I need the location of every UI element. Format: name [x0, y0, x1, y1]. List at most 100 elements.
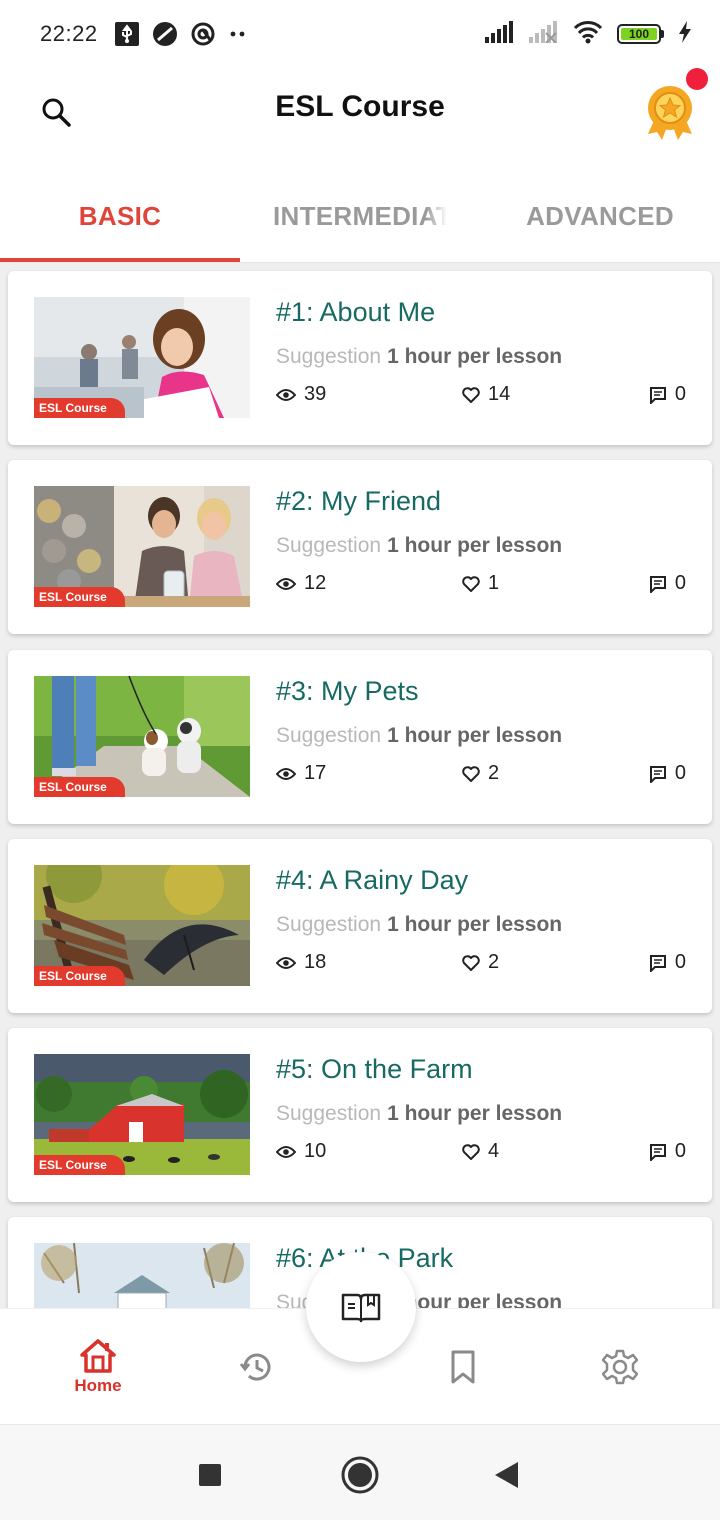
- nav-bookmark[interactable]: [403, 1309, 523, 1425]
- lesson-suggestion: Suggestion1 hour per lesson: [276, 1102, 562, 1126]
- likes-count: 14: [488, 383, 511, 405]
- lesson-list[interactable]: ESL Course #1: About Me Suggestion 1 hour…: [0, 263, 720, 1308]
- tab-advanced[interactable]: ADVANCED: [480, 172, 720, 260]
- nav-home-label: Home: [74, 1376, 122, 1395]
- lesson-thumbnail: ESL Course: [34, 865, 250, 986]
- comments-stat[interactable]: 0: [649, 1140, 686, 1163]
- comments-stat[interactable]: 0: [649, 383, 686, 406]
- comment-icon: [649, 575, 666, 593]
- likes-count: 4: [488, 1140, 500, 1162]
- views-stat: 18: [276, 951, 326, 974]
- views-count: 39: [304, 383, 327, 405]
- comment-icon: [649, 386, 666, 404]
- home-icon: [80, 1339, 116, 1373]
- likes-stat[interactable]: 2: [462, 762, 499, 785]
- views-count: 12: [304, 572, 327, 594]
- lesson-title: #3: My Pets: [276, 676, 419, 706]
- lesson-card[interactable]: ESL Course #5: On the Farm Suggestion 1 h…: [8, 1028, 712, 1202]
- thumbnail-tag: ESL Course: [34, 587, 125, 607]
- heart-icon: [462, 575, 480, 592]
- open-book-icon: [341, 1293, 381, 1323]
- views-stat: 10: [276, 1140, 326, 1163]
- open-book-fab[interactable]: [306, 1252, 416, 1362]
- recents-square-icon[interactable]: [186, 1451, 234, 1499]
- usb-icon: [114, 21, 140, 47]
- charging-icon: [678, 20, 692, 48]
- tab-advanced-label: ADVANCED: [526, 200, 674, 231]
- comments-count: 0: [674, 762, 686, 784]
- lesson-card[interactable]: ESL Course #2: My Friend Suggestion 1 hou…: [8, 460, 712, 634]
- heart-icon: [462, 1143, 480, 1160]
- eye-icon: [276, 1145, 296, 1158]
- eye-icon: [276, 388, 296, 401]
- level-tabs: BASIC INTERMEDIATE ADVANCED: [0, 172, 720, 264]
- likes-stat[interactable]: 4: [462, 1140, 499, 1163]
- wifi-icon: [573, 20, 603, 49]
- notification-dot: [686, 68, 708, 90]
- status-right-group: 100: [485, 20, 692, 49]
- home-circle-icon[interactable]: [336, 1451, 384, 1499]
- nav-settings[interactable]: [560, 1309, 680, 1425]
- app-screen: 22:22 100 ESL Course BASIC INTERMEDIAT A…: [0, 0, 720, 1520]
- lesson-suggestion: Suggestion1 hour per lesson: [276, 534, 562, 558]
- views-stat: 12: [276, 572, 326, 595]
- tab-intermediate[interactable]: INTERMEDIATE: [240, 172, 480, 260]
- comment-icon: [649, 765, 666, 783]
- likes-stat[interactable]: 14: [462, 383, 510, 406]
- suggestion-value: 1 hour per lesson: [387, 724, 563, 747]
- comments-count: 0: [674, 572, 686, 594]
- eye-icon: [276, 956, 296, 969]
- lesson-card[interactable]: ESL Course #1: About Me Suggestion 1 hour…: [8, 271, 712, 445]
- lesson-thumbnail: ESL Course: [34, 486, 250, 607]
- comments-count: 0: [674, 1140, 686, 1162]
- comments-count: 0: [674, 951, 686, 973]
- thumbnail-tag: ESL Course: [34, 398, 125, 418]
- suggestion-label: Suggestion: [276, 724, 382, 747]
- lesson-suggestion: Suggestion1 hour per lesson: [276, 913, 562, 937]
- lesson-suggestion: Suggestion1 hour per lesson: [276, 724, 562, 748]
- likes-stat[interactable]: 1: [462, 572, 499, 595]
- lesson-title: #5: On the Farm: [276, 1054, 473, 1084]
- suggestion-label: Suggestion: [276, 345, 382, 368]
- status-bar: 22:22 100: [0, 0, 720, 68]
- award-badge-icon[interactable]: [644, 84, 696, 140]
- battery-level: 100: [621, 28, 657, 40]
- lesson-title: #4: A Rainy Day: [276, 865, 469, 895]
- views-count: 10: [304, 1140, 327, 1162]
- likes-stat[interactable]: 2: [462, 951, 499, 974]
- lesson-thumbnail: [34, 1243, 250, 1308]
- history-icon: [239, 1353, 271, 1381]
- heart-icon: [462, 765, 480, 782]
- suggestion-value: 1 hour per lesson: [387, 534, 563, 557]
- lesson-stats: 17 2 0: [276, 762, 686, 790]
- sync-icon: [190, 21, 216, 47]
- suggestion-value: 1 hour per lesson: [387, 1102, 563, 1125]
- comment-icon: [649, 954, 666, 972]
- more-dots-icon: [228, 29, 248, 39]
- lesson-thumbnail: ESL Course: [34, 297, 250, 418]
- lesson-card[interactable]: ESL Course #3: My Pets Suggestion 1 hour …: [8, 650, 712, 824]
- nav-history[interactable]: [197, 1309, 317, 1425]
- lesson-card[interactable]: ESL Course #4: A Rainy Day Suggestion 1 h…: [8, 839, 712, 1013]
- nav-home[interactable]: Home: [38, 1309, 158, 1425]
- tab-basic[interactable]: BASIC: [0, 172, 240, 260]
- battery-icon: 100: [617, 24, 664, 44]
- lesson-thumbnail: ESL Course: [34, 676, 250, 797]
- comments-stat[interactable]: 0: [649, 762, 686, 785]
- lesson-thumbnail: ESL Course: [34, 1054, 250, 1175]
- suggestion-label: Suggestion: [276, 1102, 382, 1125]
- eye-icon: [276, 767, 296, 780]
- suggestion-label: Suggestion: [276, 534, 382, 557]
- thumbnail-tag: ESL Course: [34, 966, 125, 986]
- views-stat: 17: [276, 762, 326, 785]
- tab-basic-label: BASIC: [78, 200, 162, 231]
- bookmark-icon: [451, 1350, 475, 1384]
- back-triangle-icon[interactable]: [482, 1451, 530, 1499]
- heart-icon: [462, 386, 480, 403]
- signal-icon: [485, 20, 515, 48]
- comments-count: 0: [674, 383, 686, 405]
- comments-stat[interactable]: 0: [649, 572, 686, 595]
- comments-stat[interactable]: 0: [649, 951, 686, 974]
- lesson-title: #2: My Friend: [276, 486, 442, 516]
- data-saver-icon: [152, 21, 178, 47]
